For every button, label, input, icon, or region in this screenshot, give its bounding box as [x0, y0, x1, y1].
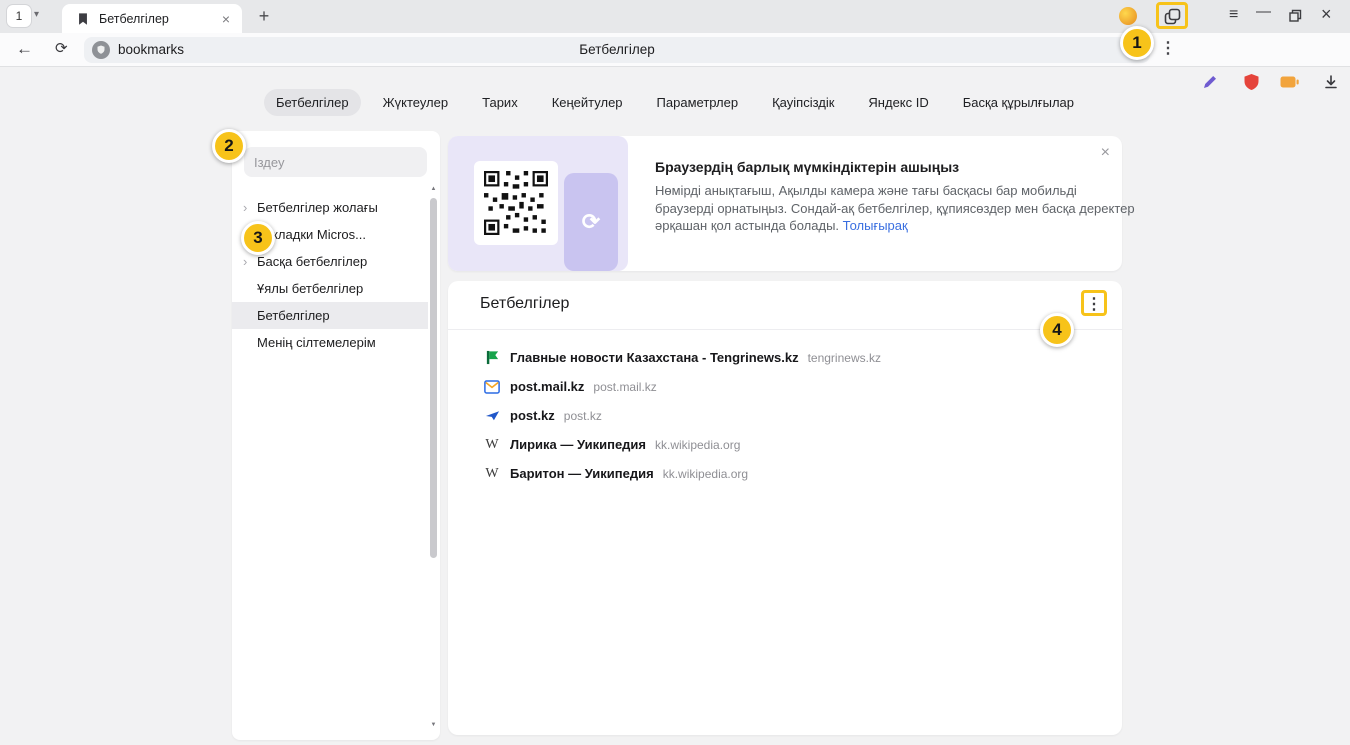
downloads-icon[interactable] — [1323, 74, 1339, 90]
wikipedia-favicon: W — [484, 437, 500, 453]
new-tab-button[interactable]: + — [252, 5, 276, 29]
tree-item-bookmarks[interactable]: Бетбелгілер — [232, 302, 428, 329]
mail-favicon — [484, 379, 500, 395]
nav-tab-security[interactable]: Қауіпсіздік — [760, 89, 846, 116]
close-window-icon[interactable]: × — [1321, 4, 1332, 25]
bookmark-url: post.mail.kz — [593, 380, 656, 394]
battery-icon[interactable] — [1280, 76, 1299, 88]
bookmarks-list: Главные новости Казахстана - Tengrinews.… — [448, 343, 1122, 488]
nav-tab-other-devices[interactable]: Басқа құрылғылар — [951, 89, 1086, 116]
back-icon[interactable]: ← — [16, 39, 33, 59]
settings-nav: Бетбелгілер Жүктеулер Тарих Кеңейтулер П… — [0, 89, 1350, 116]
annotation-highlight-box-4 — [1081, 290, 1107, 316]
bookmark-row-lirika[interactable]: W Лирика — Уикипедия kk.wikipedia.org — [448, 430, 1122, 459]
bookmark-row-bariton[interactable]: W Баритон — Уикипедия kk.wikipedia.org — [448, 459, 1122, 488]
tree-item-label: Ұялы бетбелгілер — [257, 281, 363, 296]
tab-counter-button[interactable]: 1 — [7, 5, 31, 27]
chevron-right-icon[interactable]: › — [243, 194, 247, 221]
tree-item-my-links[interactable]: Менің сілтемелерім — [232, 329, 428, 356]
bookmarks-tree: › Бетбелгілер жолағы › Закладки Micros..… — [232, 194, 428, 356]
browser-window: 1 ▾ Бетбелгілер × + ≡ — × ← ⟳ — [0, 0, 1350, 745]
page-title: Бетбелгілер — [84, 37, 1150, 63]
toolbar-more-icon[interactable]: ⋮ — [1160, 38, 1176, 58]
annotation-marker-4: 4 — [1040, 313, 1074, 347]
annotation-marker-1: 1 — [1120, 26, 1154, 60]
tree-item-mobile-bookmarks[interactable]: Ұялы бетбелгілер — [232, 275, 428, 302]
tree-item-label: Басқа бетбелгілер — [257, 254, 367, 269]
scroll-up-icon[interactable]: ▲ — [429, 186, 438, 192]
banner-body: Нөмірді анықтағыш, Ақылды камера және та… — [655, 182, 1135, 235]
bookmark-url: post.kz — [564, 409, 602, 423]
tree-item-label: Менің сілтемелерім — [257, 335, 376, 350]
address-bar[interactable]: bookmarks Бетбелгілер — [84, 37, 1150, 63]
search-input[interactable] — [244, 147, 427, 177]
tab-title: Бетбелгілер — [99, 12, 220, 26]
bookmarks-panel-header: Бетбелгілер ⋮ — [448, 281, 1122, 330]
browser-menu-icon[interactable]: ≡ — [1229, 6, 1238, 24]
banner-more-link[interactable]: Толығырақ — [843, 218, 908, 233]
minimize-window-icon[interactable]: — — [1256, 3, 1271, 20]
bookmark-row-post-mail[interactable]: post.mail.kz post.mail.kz — [448, 372, 1122, 401]
annotation-marker-2: 2 — [212, 129, 246, 163]
bookmark-title: Главные новости Казахстана - Tengrinews.… — [510, 350, 799, 365]
tree-item-bookmarks-bar[interactable]: › Бетбелгілер жолағы — [232, 194, 428, 221]
tree-item-label: Бетбелгілер — [257, 308, 330, 323]
browser-tab-bookmarks[interactable]: Бетбелгілер × — [62, 4, 242, 33]
bookmark-row-post-kz[interactable]: post.kz post.kz — [448, 401, 1122, 430]
nav-tab-yandex-id[interactable]: Яндекс ID — [856, 89, 940, 116]
mobile-promo-banner: ⟳ × Браузердің барлық мүмкіндіктерін ашы… — [448, 136, 1122, 271]
nav-tab-settings[interactable]: Параметрлер — [645, 89, 751, 116]
sidebar-scrollbar[interactable]: ▲ ▼ — [429, 186, 438, 728]
chevron-right-icon[interactable]: › — [243, 248, 247, 275]
bookmarks-panel-title: Бетбелгілер — [480, 295, 569, 313]
postkz-favicon — [484, 408, 500, 424]
banner-title: Браузердің барлық мүмкіндіктерін ашыңыз — [655, 159, 959, 175]
alice-icon[interactable] — [1119, 7, 1137, 25]
annotation-marker-3: 3 — [241, 221, 275, 255]
scroll-down-icon[interactable]: ▼ — [429, 722, 438, 728]
bookmark-url: kk.wikipedia.org — [655, 438, 740, 452]
bookmark-url: tengrinews.kz — [808, 351, 881, 365]
nav-tab-history[interactable]: Тарих — [470, 89, 530, 116]
scrollbar-thumb[interactable] — [430, 198, 437, 558]
nav-tab-extensions[interactable]: Кеңейтулер — [540, 89, 635, 116]
bookmark-row-tengrinews[interactable]: Главные новости Казахстана - Tengrinews.… — [448, 343, 1122, 372]
banner-close-icon[interactable]: × — [1101, 144, 1110, 162]
chevron-down-icon[interactable]: ▾ — [34, 9, 39, 20]
bookmark-title: post.kz — [510, 408, 555, 423]
bookmarks-panel: Бетбелгілер ⋮ Главные новости Казахстана… — [448, 281, 1122, 735]
promo-illustration: ⟳ — [448, 136, 628, 271]
tab-bar: 1 ▾ Бетбелгілер × + ≡ — × — [0, 0, 1350, 33]
refresh-icon[interactable]: ⟳ — [55, 39, 68, 57]
phone-illustration: ⟳ — [564, 173, 618, 271]
tree-item-label: Бетбелгілер жолағы — [257, 200, 378, 215]
bookmark-url: kk.wikipedia.org — [663, 467, 748, 481]
tab-close-icon[interactable]: × — [220, 11, 232, 27]
sync-icon: ⟳ — [582, 209, 600, 235]
tengrinews-favicon — [484, 350, 500, 366]
bookmark-icon — [76, 12, 90, 26]
annotation-highlight-box-1 — [1156, 2, 1188, 29]
nav-tab-bookmarks[interactable]: Бетбелгілер — [264, 89, 361, 116]
qr-code — [474, 161, 558, 245]
bookmark-title: post.mail.kz — [510, 379, 584, 394]
wikipedia-favicon: W — [484, 466, 500, 482]
restore-window-icon[interactable] — [1288, 9, 1302, 23]
bookmark-title: Баритон — Уикипедия — [510, 466, 654, 481]
bookmark-title: Лирика — Уикипедия — [510, 437, 646, 452]
nav-tab-downloads[interactable]: Жүктеулер — [371, 89, 461, 116]
